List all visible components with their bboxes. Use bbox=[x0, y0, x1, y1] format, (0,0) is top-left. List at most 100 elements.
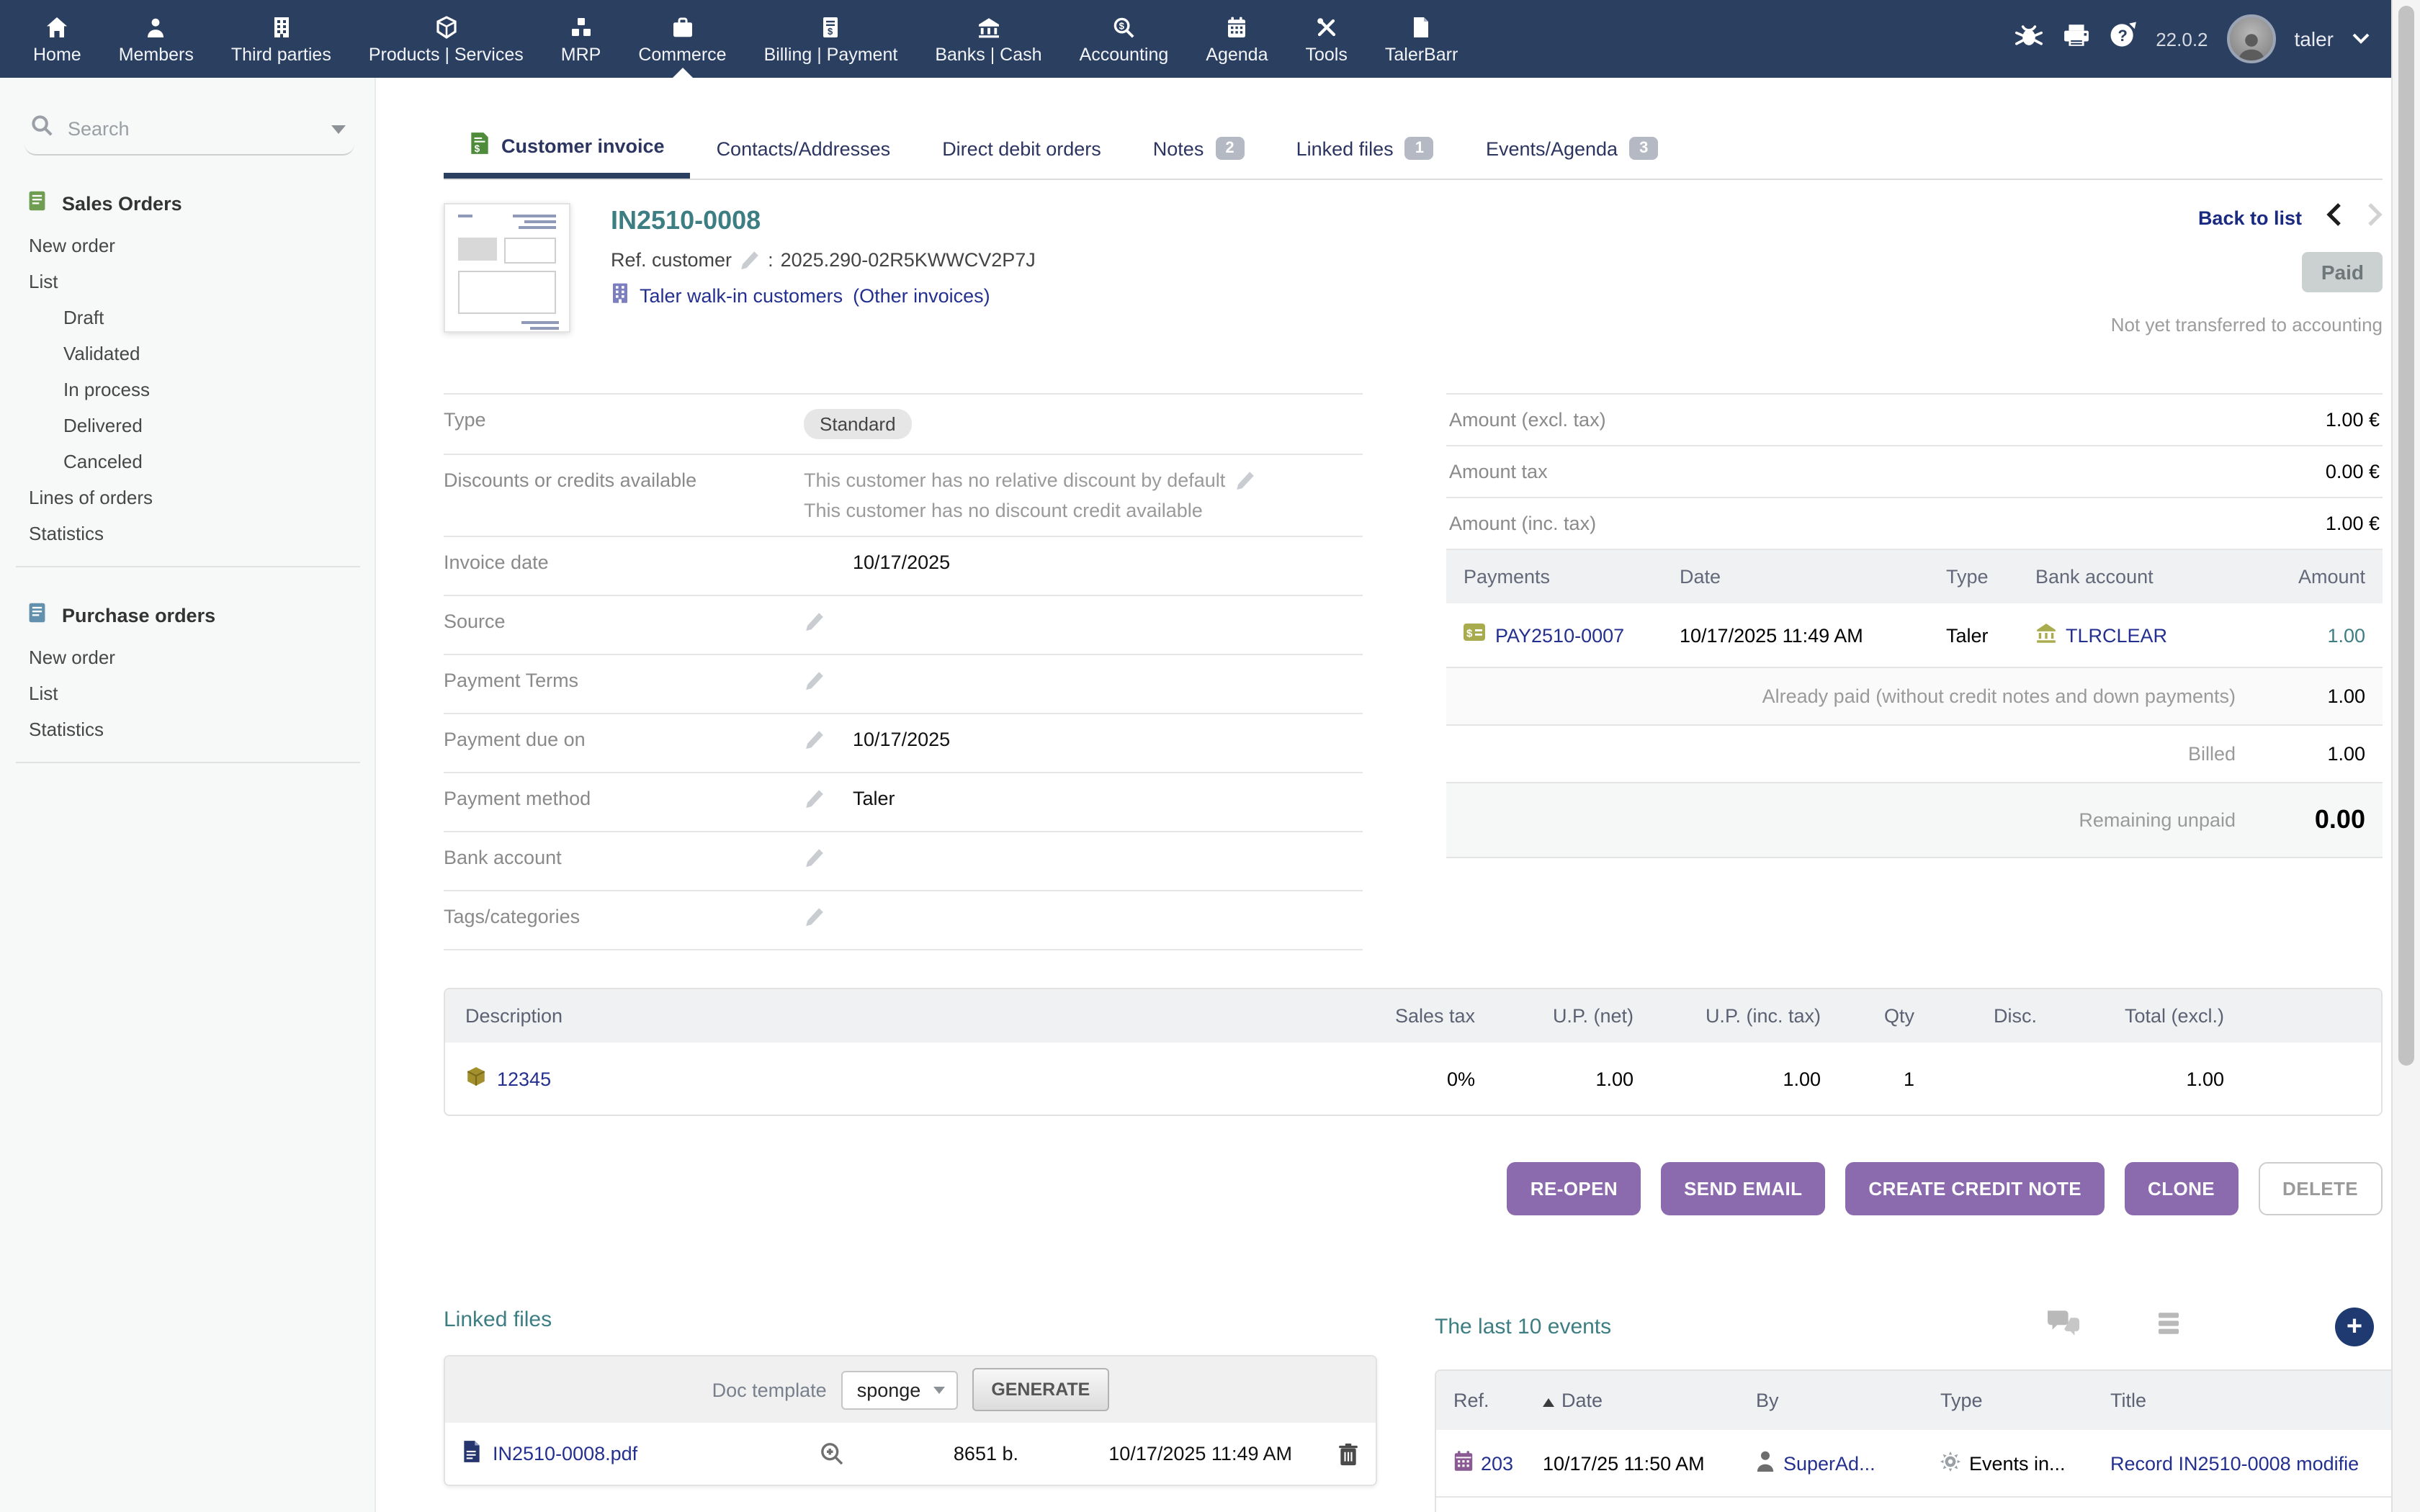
nav-products-services[interactable]: Products | Services bbox=[350, 0, 542, 78]
file-date: 10/17/2025 11:49 AM bbox=[1018, 1443, 1292, 1464]
event-title-link[interactable]: Record IN2510-0008 modifie bbox=[2110, 1452, 2401, 1474]
username-label[interactable]: taler bbox=[2295, 27, 2334, 50]
tab-customer-invoice[interactable]: $ Customer invoice bbox=[444, 115, 691, 179]
next-record-icon[interactable] bbox=[2367, 203, 2383, 233]
col-header: Disc. bbox=[1914, 1005, 2037, 1027]
tab-linked-files[interactable]: Linked files1 bbox=[1270, 121, 1460, 179]
scrollbar-thumb[interactable] bbox=[2398, 6, 2414, 1066]
edit-pencil-icon[interactable] bbox=[1234, 469, 1255, 491]
messages-icon[interactable] bbox=[2043, 1308, 2082, 1346]
doc-template-select[interactable]: sponge bbox=[841, 1370, 959, 1409]
edit-pencil-icon[interactable] bbox=[804, 906, 825, 927]
sidebar-item-draft[interactable]: Draft bbox=[24, 300, 354, 336]
col-header-date[interactable]: Date bbox=[1543, 1390, 1756, 1411]
nav-members[interactable]: Members bbox=[100, 0, 212, 78]
sidebar-item-validated[interactable]: Validated bbox=[24, 336, 354, 372]
help-icon[interactable]: ? bbox=[2108, 22, 2137, 56]
billed-value: 1.00 bbox=[2236, 743, 2365, 765]
line-up-net: 1.00 bbox=[1475, 1068, 1634, 1089]
col-header[interactable]: Title bbox=[2110, 1390, 2401, 1411]
sidebar-item-in-process[interactable]: In process bbox=[24, 372, 354, 408]
edit-pencil-icon[interactable] bbox=[804, 611, 825, 632]
document-thumbnail[interactable] bbox=[444, 203, 570, 333]
col-header[interactable]: Type bbox=[1940, 1390, 2110, 1411]
create-credit-note-button[interactable]: CREATE CREDIT NOTE bbox=[1845, 1162, 2105, 1215]
tab-direct-debit-orders[interactable]: Direct debit orders bbox=[916, 122, 1127, 179]
members-icon bbox=[145, 14, 168, 38]
edit-pencil-icon[interactable] bbox=[804, 847, 825, 868]
col-header: U.P. (inc. tax) bbox=[1634, 1005, 1821, 1027]
tab-contacts-addresses[interactable]: Contacts/Addresses bbox=[691, 122, 917, 179]
search-input[interactable] bbox=[65, 117, 320, 141]
sidebar-item-statistics[interactable]: Statistics bbox=[24, 516, 354, 552]
event-user-link[interactable]: SuperAd... bbox=[1783, 1452, 1876, 1474]
tab-notes[interactable]: Notes2 bbox=[1127, 121, 1270, 179]
linked-files-section: Linked files Doc template sponge GENERAT… bbox=[444, 1308, 1377, 1512]
svg-text:$: $ bbox=[475, 143, 480, 154]
sidebar-item-po-new-order[interactable]: New order bbox=[24, 639, 354, 675]
product-link[interactable]: 12345 bbox=[497, 1068, 551, 1089]
nav-banks-cash[interactable]: Banks | Cash bbox=[916, 0, 1060, 78]
edit-pencil-icon[interactable] bbox=[804, 729, 825, 750]
trash-icon[interactable] bbox=[1292, 1442, 1358, 1465]
edit-pencil-icon[interactable] bbox=[739, 249, 761, 271]
company-link[interactable]: Taler walk-in customers bbox=[640, 284, 843, 306]
nav-billing-payment[interactable]: $ Billing | Payment bbox=[745, 0, 917, 78]
tab-events-agenda[interactable]: Events/Agenda3 bbox=[1460, 121, 1684, 179]
sidebar-item-po-statistics[interactable]: Statistics bbox=[24, 711, 354, 747]
add-event-icon[interactable]: + bbox=[2335, 1308, 2374, 1346]
avatar[interactable] bbox=[2227, 14, 2276, 63]
field-label: Payment method bbox=[444, 788, 804, 809]
file-size: 8651 b. bbox=[860, 1443, 1018, 1464]
search-dropdown-caret[interactable] bbox=[331, 125, 346, 133]
sidebar-item-delivered[interactable]: Delivered bbox=[24, 408, 354, 444]
nav-label: Tools bbox=[1306, 44, 1348, 64]
sidebar-item-po-list[interactable]: List bbox=[24, 675, 354, 711]
preview-zoom-icon[interactable] bbox=[802, 1441, 860, 1466]
col-header[interactable]: Ref. bbox=[1453, 1390, 1543, 1411]
sidebar-item-canceled[interactable]: Canceled bbox=[24, 444, 354, 480]
event-ref-link[interactable]: 203 bbox=[1481, 1452, 1513, 1474]
tab-label: Linked files bbox=[1296, 138, 1394, 159]
list-view-icon[interactable] bbox=[2157, 1312, 2190, 1342]
sidebar-item-new-order[interactable]: New order bbox=[24, 228, 354, 264]
bank-account-link[interactable]: TLRCLEAR bbox=[2066, 624, 2167, 646]
edit-pencil-icon[interactable] bbox=[804, 788, 825, 809]
send-email-button[interactable]: SEND EMAIL bbox=[1661, 1162, 1825, 1215]
section-title: Purchase orders bbox=[62, 604, 215, 626]
sidebar-item-lines-of-orders[interactable]: Lines of orders bbox=[24, 480, 354, 516]
nav-home[interactable]: Home bbox=[14, 0, 100, 78]
nav-tools[interactable]: Tools bbox=[1287, 0, 1366, 78]
reopen-button[interactable]: RE-OPEN bbox=[1507, 1162, 1641, 1215]
nav-commerce[interactable]: Commerce bbox=[619, 0, 745, 78]
col-header: Qty bbox=[1821, 1005, 1914, 1027]
payment-ref-link[interactable]: PAY2510-0007 bbox=[1495, 624, 1624, 646]
tab-label: Customer invoice bbox=[501, 135, 665, 156]
edit-pencil-icon[interactable] bbox=[804, 670, 825, 691]
clone-button[interactable]: CLONE bbox=[2125, 1162, 2238, 1215]
back-to-list-link[interactable]: Back to list bbox=[2198, 207, 2302, 229]
vertical-scrollbar[interactable] bbox=[2391, 0, 2420, 1512]
prev-record-icon[interactable] bbox=[2326, 203, 2342, 233]
nav-accounting[interactable]: $ Accounting bbox=[1061, 0, 1188, 78]
bug-report-icon[interactable] bbox=[2013, 23, 2043, 55]
nav-agenda[interactable]: Agenda bbox=[1187, 0, 1286, 78]
chevron-down-icon[interactable] bbox=[2352, 26, 2370, 52]
sidebar-section-purchase-orders: Purchase orders bbox=[27, 602, 354, 628]
file-link[interactable]: IN2510-0008.pdf bbox=[493, 1443, 637, 1464]
print-icon[interactable] bbox=[2062, 23, 2089, 55]
linked-files-table: Doc template sponge GENERATE IN2510-0008… bbox=[444, 1355, 1377, 1486]
lines-header: Description Sales tax U.P. (net) U.P. (i… bbox=[445, 989, 2381, 1043]
col-header[interactable]: By bbox=[1756, 1390, 1940, 1411]
nav-mrp[interactable]: MRP bbox=[542, 0, 620, 78]
invoice-title-block: IN2510-0008 Ref. customer : 2025.290-02R… bbox=[611, 203, 1036, 336]
nav-label: Home bbox=[33, 44, 81, 64]
sidebar-item-list[interactable]: List bbox=[24, 264, 354, 300]
other-invoices-link[interactable]: (Other invoices) bbox=[853, 284, 990, 306]
nav-third-parties[interactable]: Third parties bbox=[212, 0, 350, 78]
nav-talerbarr[interactable]: TalerBarr bbox=[1366, 0, 1476, 78]
generate-button[interactable]: GENERATE bbox=[972, 1368, 1108, 1411]
delete-button[interactable]: DELETE bbox=[2258, 1162, 2383, 1215]
already-paid-value: 1.00 bbox=[2236, 685, 2365, 707]
col-header: Bank account bbox=[2035, 566, 2226, 588]
